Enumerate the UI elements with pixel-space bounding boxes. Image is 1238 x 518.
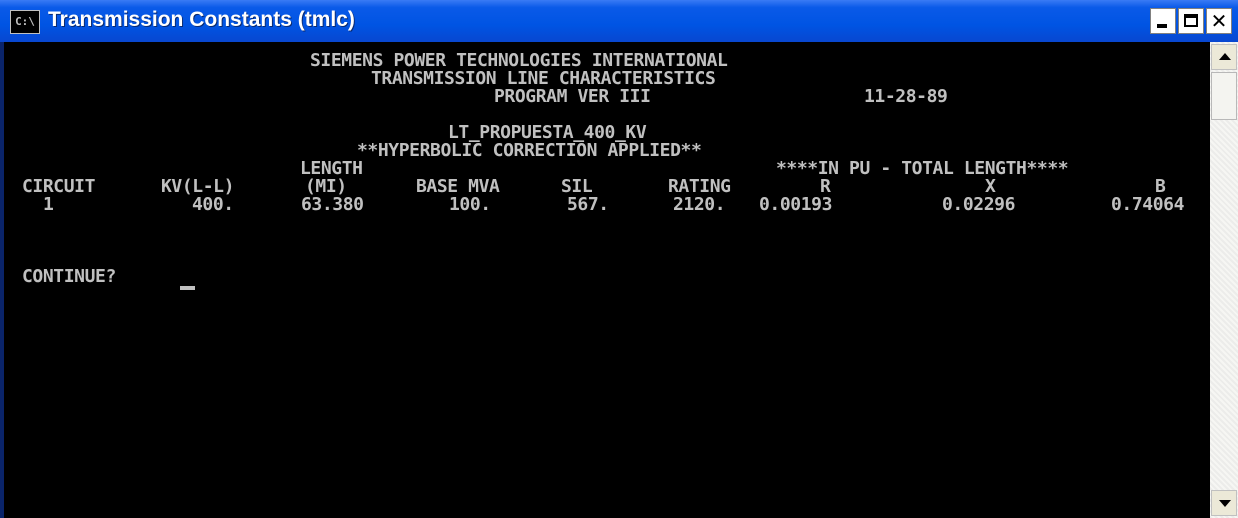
cell-rating: 2120. — [673, 194, 726, 215]
title-bar[interactable]: C:\ Transmission Constants (tmlc) ✕ — [0, 0, 1238, 42]
close-icon: ✕ — [1210, 9, 1228, 33]
cell-x: 0.02296 — [942, 194, 1016, 215]
cell-base-mva: 100. — [449, 194, 491, 215]
vertical-scrollbar[interactable] — [1210, 42, 1238, 518]
console-window: C:\ Transmission Constants (tmlc) ✕ SIEM… — [0, 0, 1238, 518]
continue-prompt: CONTINUE? — [22, 266, 116, 287]
cell-circuit: 1 — [43, 194, 54, 215]
maximize-button[interactable] — [1178, 8, 1204, 34]
window-title: Transmission Constants (tmlc) — [48, 8, 355, 31]
close-button[interactable]: ✕ — [1206, 8, 1232, 34]
text-cursor — [180, 286, 195, 290]
console-output[interactable]: SIEMENS POWER TECHNOLOGIES INTERNATIONAL… — [4, 42, 1210, 518]
console-icon[interactable]: C:\ — [10, 10, 40, 34]
arrow-up-icon — [1219, 53, 1231, 60]
cell-kv: 400. — [192, 194, 234, 215]
correction-note: **HYPERBOLIC CORRECTION APPLIED** — [357, 140, 702, 161]
column-header-circuit: CIRCUIT — [22, 176, 96, 197]
scroll-down-button[interactable] — [1211, 490, 1237, 516]
minimize-button[interactable] — [1150, 8, 1176, 34]
scroll-up-button[interactable] — [1211, 44, 1237, 70]
header-version: PROGRAM VER III — [494, 86, 651, 107]
cell-length-mi: 63.380 — [301, 194, 364, 215]
minimize-icon — [1157, 24, 1167, 28]
maximize-icon — [1184, 14, 1198, 27]
cell-b: 0.74064 — [1111, 194, 1185, 215]
cell-r: 0.00193 — [759, 194, 833, 215]
cell-sil: 567. — [567, 194, 609, 215]
scrollbar-thumb[interactable] — [1211, 72, 1237, 120]
arrow-down-icon — [1219, 500, 1231, 507]
header-date: 11-28-89 — [864, 86, 948, 107]
